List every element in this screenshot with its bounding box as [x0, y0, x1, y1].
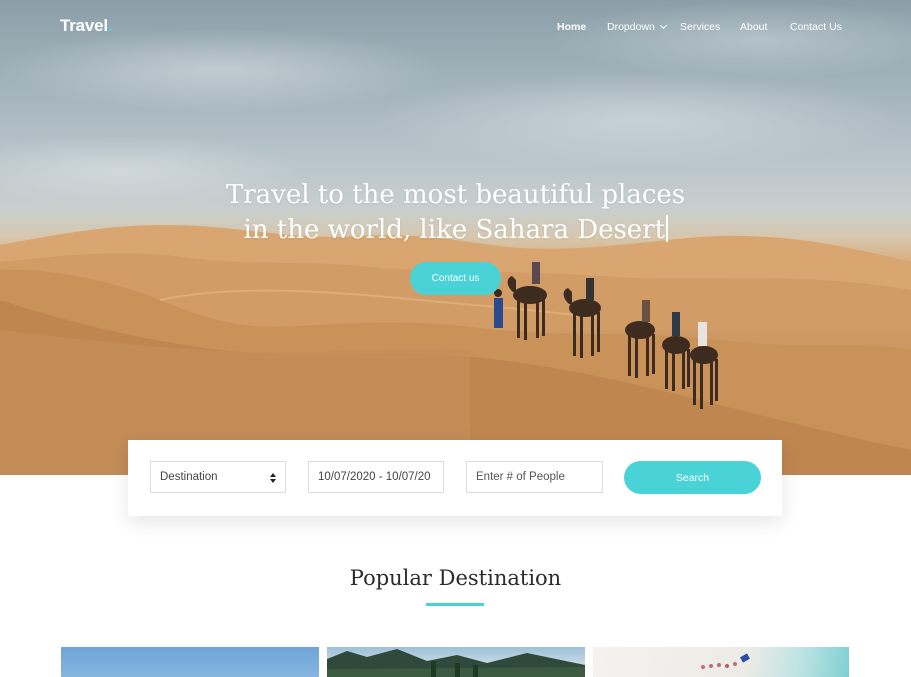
destination-card-3[interactable]: [593, 647, 849, 677]
date-range-value: 10/07/2020 - 10/07/20: [318, 471, 431, 483]
people-input-placeholder: Enter # of People: [476, 471, 565, 483]
beach-image: [701, 653, 750, 669]
search-form: Destination 10/07/2020 - 10/07/20 Enter …: [128, 440, 782, 516]
destination-select[interactable]: Destination: [150, 461, 286, 493]
hero-headline-line2: in the world, like Sahara Desert: [243, 215, 666, 245]
section-title: Popular Destination: [349, 566, 562, 590]
brand-logo[interactable]: Travel.: [60, 16, 113, 36]
nav-home[interactable]: Home: [557, 21, 607, 33]
mountain-landscape-image: [327, 649, 585, 677]
contact-us-button[interactable]: Contact us: [410, 262, 501, 295]
destination-card-2[interactable]: [327, 647, 585, 677]
destination-select-value: Destination: [160, 471, 218, 483]
select-arrows-icon: [270, 473, 276, 483]
nav-dropdown-label: Dropdown: [607, 21, 655, 33]
nav-dropdown[interactable]: Dropdown: [607, 21, 680, 33]
nav-services[interactable]: Services: [680, 21, 740, 33]
brand-dot: .: [107, 16, 113, 35]
people-input[interactable]: Enter # of People: [466, 461, 603, 493]
search-button[interactable]: Search: [624, 461, 761, 494]
chevron-down-icon: [659, 21, 667, 30]
destination-card-1[interactable]: [61, 647, 319, 677]
nav-about[interactable]: About: [740, 21, 790, 33]
title-underline: [426, 603, 484, 606]
hero-headline: Travel to the most beautiful places in t…: [0, 178, 911, 248]
brand-name: Travel: [60, 16, 108, 35]
date-range-input[interactable]: 10/07/2020 - 10/07/20: [308, 461, 444, 493]
main-nav: Home Dropdown Services About Contact Us: [557, 21, 850, 33]
hero-headline-line1: Travel to the most beautiful places: [225, 180, 686, 210]
nav-contact[interactable]: Contact Us: [790, 21, 850, 33]
typing-caret: [666, 215, 668, 242]
hero-banner: Travel. Home Dropdown Services About Con…: [0, 0, 911, 475]
